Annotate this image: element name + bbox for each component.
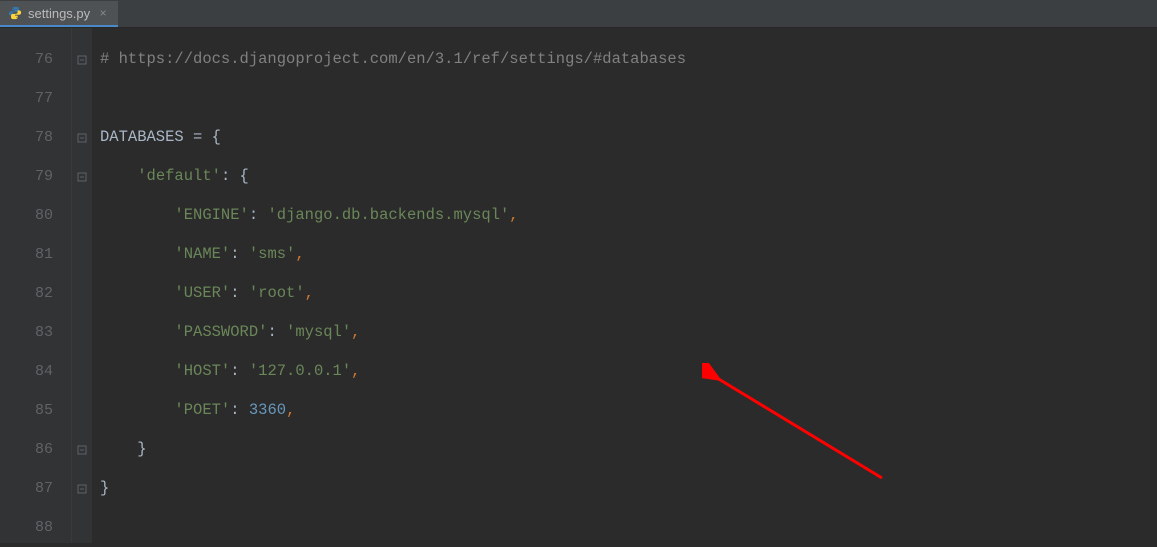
tab-bar: settings.py × — [0, 0, 1157, 28]
code-content-area[interactable]: # https://docs.djangoproject.com/en/3.1/… — [92, 28, 1157, 543]
line-number: 76 — [0, 40, 71, 79]
fold-region-marker[interactable] — [72, 40, 92, 79]
code-line — [100, 508, 1157, 547]
line-number: 87 — [0, 469, 71, 508]
fold-collapse-icon[interactable] — [72, 118, 92, 157]
line-number: 84 — [0, 352, 71, 391]
line-number: 88 — [0, 508, 71, 547]
line-number: 78 — [0, 118, 71, 157]
code-editor[interactable]: 76 77 78 79 80 81 82 83 84 85 86 87 88 #… — [0, 28, 1157, 543]
line-number: 86 — [0, 430, 71, 469]
code-line: 'default': { — [100, 157, 1157, 196]
line-number: 83 — [0, 313, 71, 352]
code-line: 'POET': 3360, — [100, 391, 1157, 430]
code-line: } — [100, 469, 1157, 508]
tab-filename: settings.py — [28, 6, 90, 21]
code-line: # https://docs.djangoproject.com/en/3.1/… — [100, 40, 1157, 79]
python-file-icon — [8, 6, 22, 20]
code-line: 'NAME': 'sms', — [100, 235, 1157, 274]
code-line: 'PASSWORD': 'mysql', — [100, 313, 1157, 352]
line-number-gutter: 76 77 78 79 80 81 82 83 84 85 86 87 88 — [0, 28, 72, 543]
code-line: 'USER': 'root', — [100, 274, 1157, 313]
fold-end-icon[interactable] — [72, 430, 92, 469]
line-number: 80 — [0, 196, 71, 235]
line-number: 82 — [0, 274, 71, 313]
file-tab-settings[interactable]: settings.py × — [0, 1, 118, 27]
code-line: 'HOST': '127.0.0.1', — [100, 352, 1157, 391]
code-line — [100, 79, 1157, 118]
line-number: 77 — [0, 79, 71, 118]
fold-gutter — [72, 28, 92, 543]
code-line: } — [100, 430, 1157, 469]
fold-end-icon[interactable] — [72, 469, 92, 508]
code-line: 'ENGINE': 'django.db.backends.mysql', — [100, 196, 1157, 235]
line-number: 85 — [0, 391, 71, 430]
code-line: DATABASES = { — [100, 118, 1157, 157]
line-number: 81 — [0, 235, 71, 274]
line-number: 79 — [0, 157, 71, 196]
fold-collapse-icon[interactable] — [72, 157, 92, 196]
close-tab-icon[interactable]: × — [96, 6, 110, 20]
